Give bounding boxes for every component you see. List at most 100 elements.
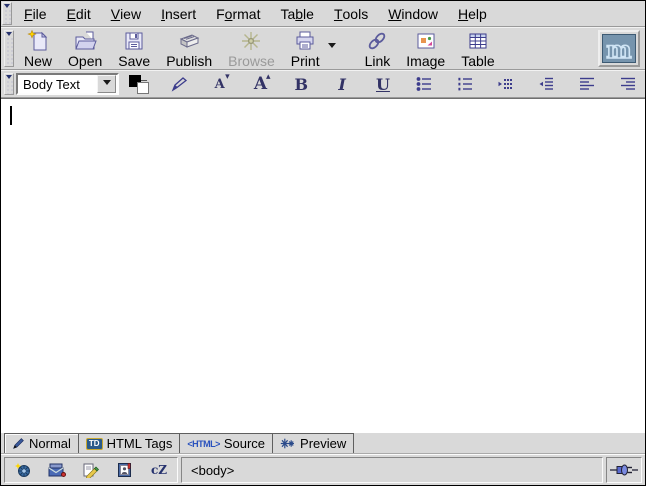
text-color-swatch[interactable] xyxy=(127,72,151,96)
menu-tools[interactable]: Tools xyxy=(324,1,378,26)
align-right-button[interactable] xyxy=(615,72,641,96)
link-chain-icon xyxy=(365,29,389,53)
composer-icon[interactable] xyxy=(81,462,101,479)
underline-icon: U xyxy=(376,75,390,94)
outdent-button[interactable] xyxy=(492,72,518,96)
text-caret xyxy=(10,106,12,125)
highlight-pen-icon xyxy=(170,75,188,93)
tab-source[interactable]: <HTML> Source xyxy=(179,433,273,453)
open-button-label: Open xyxy=(68,53,102,69)
tab-preview[interactable]: Preview xyxy=(272,433,354,453)
open-button[interactable]: Open xyxy=(60,29,110,68)
increase-font-size-button[interactable]: A ▴ xyxy=(247,72,273,96)
italic-button[interactable]: I xyxy=(329,72,355,96)
bulleted-list-icon xyxy=(415,75,433,93)
pen-icon xyxy=(12,437,25,450)
arrow-down-icon: ▾ xyxy=(225,72,230,81)
tab-html-tags[interactable]: TD HTML Tags xyxy=(78,433,180,453)
sparkle-icon xyxy=(280,437,296,450)
bold-icon: B xyxy=(295,75,309,94)
menu-window[interactable]: Window xyxy=(378,1,448,26)
structure-path-body[interactable]: <body> xyxy=(191,463,234,478)
numbered-list-button[interactable] xyxy=(452,72,478,96)
mozilla-throbber-button[interactable]: m xyxy=(598,30,640,67)
print-button[interactable]: Print xyxy=(283,29,328,68)
align-left-button[interactable] xyxy=(574,72,600,96)
print-dropdown-arrow[interactable] xyxy=(328,29,341,68)
tab-source-label: Source xyxy=(224,436,265,451)
paragraph-format-select[interactable]: Body Text xyxy=(16,73,119,95)
italic-icon: I xyxy=(338,75,345,94)
numbered-list-icon xyxy=(456,75,474,93)
publish-button-label: Publish xyxy=(166,53,212,69)
browse-button[interactable]: Browse xyxy=(220,29,283,68)
chatzilla-glyph: cZ xyxy=(151,463,167,477)
combo-dropdown-button[interactable] xyxy=(97,75,116,93)
align-right-icon xyxy=(619,75,637,93)
link-button[interactable]: Link xyxy=(357,29,399,68)
toolbar-grippy[interactable] xyxy=(2,2,12,25)
menu-format[interactable]: Format xyxy=(206,1,270,26)
tab-normal-label: Normal xyxy=(29,436,71,451)
menu-edit[interactable]: Edit xyxy=(57,1,101,26)
tab-normal[interactable]: Normal xyxy=(4,433,79,453)
main-toolbar: New Open Save Publish Browse xyxy=(1,27,645,70)
tab-html-tags-label: HTML Tags xyxy=(107,436,173,451)
bulleted-list-button[interactable] xyxy=(411,72,437,96)
small-a-glyph: A xyxy=(215,77,225,92)
svg-text:m: m xyxy=(606,35,631,62)
save-floppy-icon xyxy=(122,29,146,53)
link-button-label: Link xyxy=(365,53,391,69)
print-button-label: Print xyxy=(291,53,320,69)
decrease-font-size-button[interactable]: A ▾ xyxy=(207,72,233,96)
image-button-label: Image xyxy=(406,53,445,69)
format-controls: A ▾ A ▴ B I U xyxy=(127,72,641,96)
table-button[interactable]: Table xyxy=(453,29,502,68)
open-folder-icon xyxy=(73,29,97,53)
print-icon xyxy=(293,29,317,53)
publish-button[interactable]: Publish xyxy=(158,29,220,68)
align-left-icon xyxy=(578,75,596,93)
new-button[interactable]: New xyxy=(16,29,60,68)
toolbar-spacer xyxy=(503,29,598,68)
menu-insert[interactable]: Insert xyxy=(151,1,206,26)
indent-button[interactable] xyxy=(533,72,559,96)
html-source-icon: <HTML> xyxy=(187,439,220,449)
chevron-down-icon xyxy=(328,43,336,52)
menu-file[interactable]: File xyxy=(14,1,57,26)
table-grid-icon xyxy=(466,29,490,53)
save-button[interactable]: Save xyxy=(110,29,158,68)
status-bar: cZ <body> xyxy=(1,454,645,485)
bold-button[interactable]: B xyxy=(288,72,314,96)
underline-button[interactable]: U xyxy=(370,72,396,96)
structure-bar: <body> xyxy=(181,457,603,483)
toolbar-grippy[interactable] xyxy=(4,73,14,95)
navigator-icon[interactable] xyxy=(13,462,33,479)
save-button-label: Save xyxy=(118,53,150,69)
new-page-icon xyxy=(26,29,50,53)
publish-icon xyxy=(177,29,201,53)
address-book-icon[interactable] xyxy=(115,462,135,479)
menu-help[interactable]: Help xyxy=(448,1,497,26)
indent-icon xyxy=(537,75,555,93)
menu-table[interactable]: Table xyxy=(270,1,324,26)
td-tag-icon: TD xyxy=(86,438,103,450)
editor-canvas[interactable] xyxy=(1,98,645,433)
plug-icon xyxy=(610,463,638,477)
component-bar: cZ xyxy=(4,457,178,483)
highlight-color-button[interactable] xyxy=(166,72,192,96)
arrow-up-icon: ▴ xyxy=(266,72,271,81)
image-icon xyxy=(414,29,438,53)
edit-mode-tabbar: Normal TD HTML Tags <HTML> Source Previe… xyxy=(1,433,645,454)
image-button[interactable]: Image xyxy=(398,29,453,68)
online-status-button[interactable] xyxy=(606,457,642,483)
background-color-swatch[interactable] xyxy=(137,82,149,94)
toolbar-grippy[interactable] xyxy=(4,30,14,67)
menu-view[interactable]: View xyxy=(101,1,151,26)
browse-sparkle-icon xyxy=(239,29,263,53)
new-button-label: New xyxy=(24,53,52,69)
table-button-label: Table xyxy=(461,53,494,69)
mail-icon[interactable] xyxy=(47,462,67,479)
composer-window: File Edit View Insert Format Table Tools… xyxy=(0,0,646,486)
chatzilla-icon[interactable]: cZ xyxy=(149,462,169,479)
